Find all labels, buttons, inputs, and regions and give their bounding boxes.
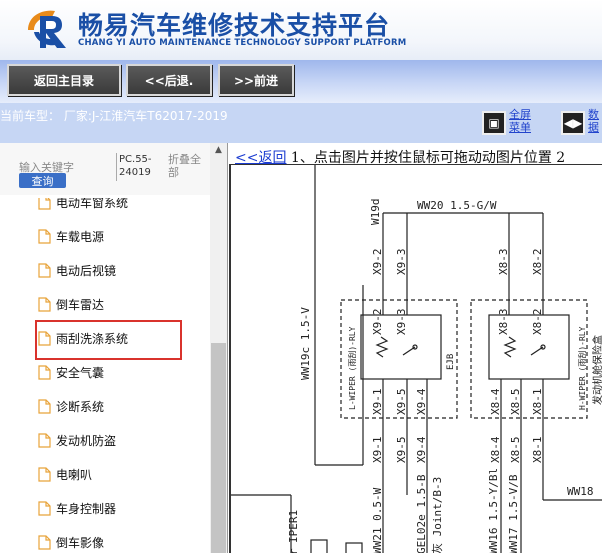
fullscreen-label-2: 菜单 xyxy=(509,121,531,134)
brand-subtitle: CHANG YI AUTO MAINTENANCE TECHNOLOGY SUP… xyxy=(78,38,407,48)
tree-item-label: 电动车窗系统 xyxy=(56,195,129,210)
tree-item-label: 安全气囊 xyxy=(56,365,105,380)
query-button[interactable]: 查询 xyxy=(19,173,66,188)
scrollbar-thumb[interactable] xyxy=(211,343,226,553)
label-x93: X9-3 xyxy=(395,249,408,276)
label-iper1: IPER1 xyxy=(287,510,300,543)
fullscreen-icon[interactable]: ▣ xyxy=(482,111,506,135)
nav-bar: 返回主目录 <<后退. >>前进 xyxy=(0,60,602,103)
scroll-up-icon[interactable]: ▲ xyxy=(210,145,227,159)
file-icon xyxy=(38,262,51,278)
label-x84b: X8-4 xyxy=(489,436,502,463)
label-x85: X8-5 xyxy=(509,389,522,416)
label-x83b: X8-3 xyxy=(497,309,510,336)
label-x85b: X8-5 xyxy=(509,437,522,464)
file-icon xyxy=(38,398,51,414)
label-x94: X9-4 xyxy=(415,388,428,415)
label-relay1: L-WIPER (雨刮)-RLY xyxy=(347,326,357,410)
label-x81: X8-1 xyxy=(531,389,544,416)
label-ww21: WW21 0.5-W xyxy=(371,487,384,553)
data-label-1: 数 xyxy=(588,108,599,121)
label-relay2: H-WIPER (雨刮)-RLY xyxy=(577,326,587,410)
file-icon xyxy=(38,296,51,312)
keyword-input[interactable]: PC.55-24019 xyxy=(116,153,162,181)
label-engine-fuse-box: 发动机舱保险盒 xyxy=(591,335,602,405)
label-x82: X8-2 xyxy=(531,249,544,276)
collapse-all-link[interactable]: 折叠全部 xyxy=(168,153,208,179)
tree-item[interactable]: 倒车雷达 xyxy=(38,294,104,314)
tree-item-label: 诊断系统 xyxy=(56,399,105,414)
label-w19c: WW19c 1.5-V xyxy=(299,307,312,380)
tree-item[interactable]: 诊断系统 xyxy=(38,396,104,416)
file-icon xyxy=(38,228,51,244)
main-panel: <<返回 1、点击图片并按住鼠标可拖动动图片位置 2 WW20 1.5-G/W … xyxy=(229,143,602,553)
tree-item[interactable]: 电动后视镜 xyxy=(38,260,116,280)
label-x91b: X9-1 xyxy=(371,437,384,464)
tree-item[interactable]: 电喇叭 xyxy=(38,464,92,484)
logo-icon xyxy=(28,10,66,48)
fullscreen-label-1: 全屏 xyxy=(509,108,531,121)
tree-item-label: 车载电源 xyxy=(56,229,105,244)
data-label-2: 据 xyxy=(588,121,599,134)
label-x95b: X9-5 xyxy=(395,437,408,464)
sidebar: 输入关键字 PC.55-24019 折叠全部 查询 电动车窗系统 车载电源 电动… xyxy=(0,143,228,553)
file-icon xyxy=(38,534,51,550)
tree-item-label: 倒车雷达 xyxy=(56,297,105,312)
label-x92b: X9-2 xyxy=(371,309,384,336)
back-button[interactable]: <<后退. xyxy=(126,64,212,96)
label-w19d: W19d xyxy=(369,199,382,226)
tree-item-label: 倒车影像 xyxy=(56,535,105,550)
data-icon[interactable]: ◀▶ xyxy=(561,111,585,135)
data-link[interactable]: 数 据 xyxy=(588,108,602,134)
header: 畅易汽车维修技术支持平台 CHANG YI AUTO MAINTENANCE T… xyxy=(0,0,602,60)
info-bar: 当前车型： 厂家:J-江淮汽车T62017-2019 ▣ 全屏 菜单 ◀▶ 数 … xyxy=(0,103,602,143)
diagram-svg: WW20 1.5-G/W W19d WW19c 1.5-V L-WIPER (雨… xyxy=(231,165,602,553)
label-x81b: X8-1 xyxy=(531,437,544,464)
tree-item-label: 电喇叭 xyxy=(56,467,93,482)
current-car-model: 当前车型： 厂家:J-江淮汽车T62017-2019 xyxy=(0,109,228,123)
tree-item[interactable]: 车身控制器 xyxy=(38,498,116,518)
label-x82b: X8-2 xyxy=(531,309,544,336)
tree-item[interactable]: 车载电源 xyxy=(38,226,104,246)
label-ww16: WW16 1.5-Y/Bl xyxy=(487,468,500,553)
file-icon xyxy=(38,500,51,516)
wiring-diagram[interactable]: WW20 1.5-G/W W19d WW19c 1.5-V L-WIPER (雨… xyxy=(229,164,602,553)
selection-highlight xyxy=(35,320,182,360)
tree-item[interactable]: 安全气囊 xyxy=(38,362,104,382)
label-ww20: WW20 1.5-G/W xyxy=(417,199,497,212)
tree-item[interactable]: 电动车窗系统 xyxy=(38,195,129,212)
tree-item-label: 电动后视镜 xyxy=(56,263,117,278)
label-joint: 灰 Joint/B-3 xyxy=(430,477,444,553)
file-icon xyxy=(38,198,51,210)
label-ejb: EJB xyxy=(446,354,456,370)
brand-title: 畅易汽车维修技术支持平台 xyxy=(78,11,391,40)
label-x84: X8-4 xyxy=(489,388,502,415)
label-x91: X9-1 xyxy=(371,389,384,416)
label-gel02e: GEL02e 1.5-B xyxy=(415,474,428,553)
fullscreen-menu-link[interactable]: 全屏 菜单 xyxy=(509,108,543,134)
tree-item-label: 发动机防盗 xyxy=(56,433,117,448)
label-x93b: X9-3 xyxy=(395,309,408,336)
search-area: 输入关键字 PC.55-24019 折叠全部 查询 xyxy=(0,143,210,195)
file-icon xyxy=(38,364,51,380)
label-x94b: X9-4 xyxy=(415,436,428,463)
label-ator: ator xyxy=(287,548,300,553)
label-x95: X9-5 xyxy=(395,389,408,416)
label-x83: X8-3 xyxy=(497,249,510,276)
file-icon xyxy=(38,432,51,448)
label-x92: X9-2 xyxy=(371,249,384,276)
sidebar-scrollbar[interactable]: ▲ xyxy=(210,143,227,553)
tree-item-label: 车身控制器 xyxy=(56,501,117,516)
file-icon xyxy=(38,466,51,482)
forward-button[interactable]: >>前进 xyxy=(218,64,294,96)
label-ww17: WW17 1.5-V/B xyxy=(507,474,520,553)
home-button[interactable]: 返回主目录 xyxy=(7,64,121,96)
label-ww18: WW18 xyxy=(567,485,594,498)
tree-item[interactable]: 发动机防盗 xyxy=(38,430,116,450)
tree-item[interactable]: 倒车影像 xyxy=(38,532,104,552)
